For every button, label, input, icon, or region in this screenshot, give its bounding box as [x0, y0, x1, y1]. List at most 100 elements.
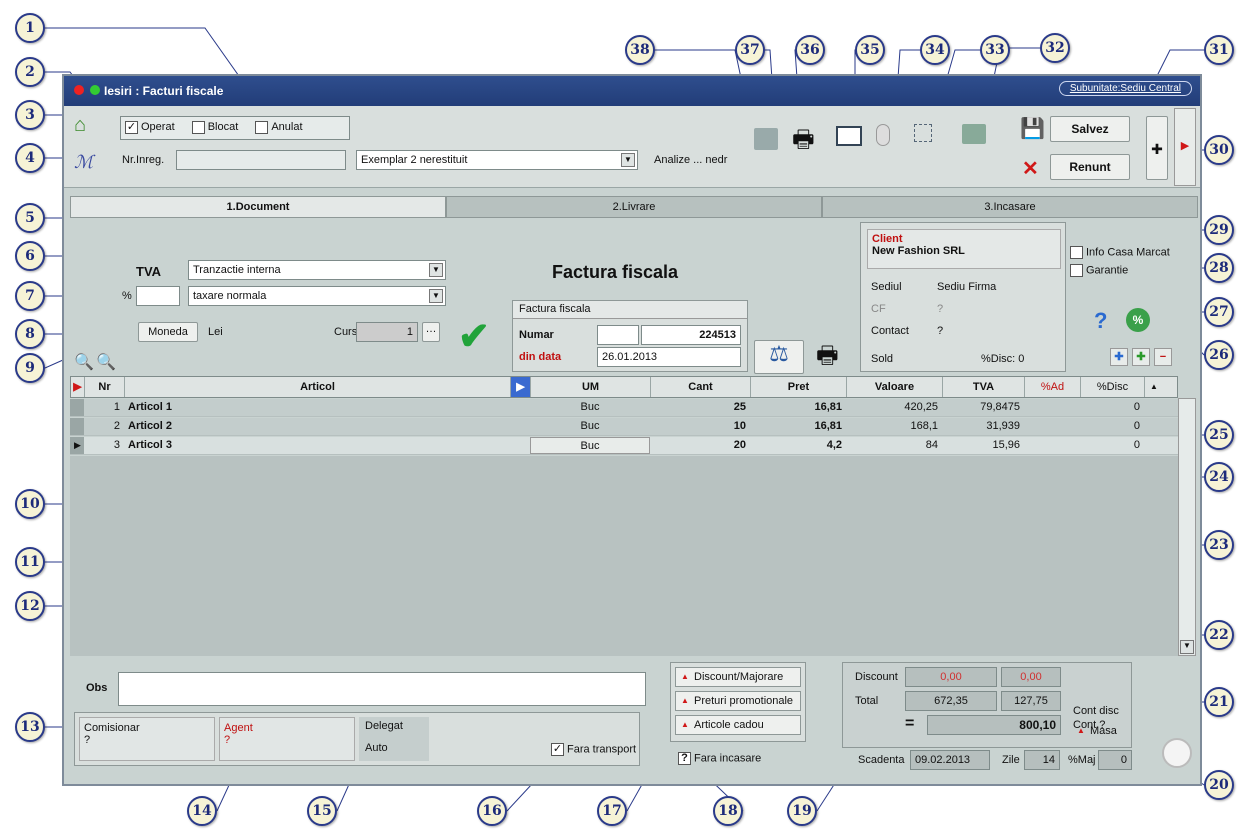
cancel-button[interactable]: Renunt [1050, 154, 1130, 180]
tab-livrare[interactable]: 2.Livrare [446, 196, 822, 218]
col-ad[interactable]: %Ad [1025, 377, 1081, 397]
scadenta-field[interactable]: 09.02.2013 [910, 750, 990, 770]
tab-incasare[interactable]: 3.Incasare [822, 196, 1198, 218]
data-field[interactable]: 26.01.2013 [597, 347, 741, 367]
expand-panel-icon[interactable]: ▶ [1174, 108, 1196, 186]
chevron-down-icon[interactable]: ▼ [621, 153, 635, 167]
grid-scrollbar[interactable]: ▼ [1178, 398, 1196, 656]
comisionar-box[interactable]: Comisionar ? [79, 717, 215, 761]
obs-textarea[interactable] [118, 672, 646, 706]
table-row[interactable]: 2 Articol 2 Buc 10 16,81 168,1 31,939 0 [70, 418, 1178, 436]
row-cant[interactable]: 20 [650, 437, 750, 454]
folder-icon[interactable] [962, 124, 986, 144]
row-pret[interactable]: 4,2 [750, 437, 846, 454]
promo-button[interactable]: Preturi promotionale [675, 691, 801, 711]
col-um[interactable]: UM [531, 377, 651, 397]
row-cant[interactable]: 25 [650, 399, 750, 416]
exemplar-select[interactable]: Exemplar 2 nerestituit ▼ [356, 150, 638, 170]
row-um[interactable]: Buc [530, 418, 650, 435]
col-pret[interactable]: Pret [751, 377, 847, 397]
col-valoare[interactable]: Valoare [847, 377, 943, 397]
col-disc[interactable]: %Disc [1081, 377, 1145, 397]
chevron-down-icon[interactable]: ▼ [429, 263, 443, 277]
row-disc[interactable]: 0 [1080, 437, 1144, 454]
row-pret[interactable]: 16,81 [750, 399, 846, 416]
row-articol[interactable]: Articol 2 [124, 418, 530, 435]
scroll-down-icon[interactable]: ▼ [1180, 640, 1194, 654]
registry-icon[interactable]: ℳ [74, 152, 93, 173]
crosshair-icon[interactable] [1162, 738, 1192, 768]
col-tva[interactable]: TVA [943, 377, 1025, 397]
numar-field[interactable]: 224513 [641, 325, 741, 345]
col-articol[interactable]: Articol [125, 377, 511, 397]
validate-check-icon[interactable]: ✔ [458, 314, 490, 359]
document-heading: Factura fiscala [552, 262, 679, 282]
copy-icon[interactable] [754, 128, 778, 150]
scroll-up-icon[interactable]: ▲ [1145, 377, 1163, 397]
row-valoare: 84 [925, 439, 938, 451]
network-icon[interactable] [914, 124, 932, 142]
tva-percent-field[interactable] [136, 286, 180, 306]
row-um-editing[interactable]: Buc [530, 437, 650, 454]
search-icon[interactable]: 🔍 [74, 352, 94, 372]
search-advanced-icon[interactable]: 🔍 [96, 352, 116, 372]
client-box[interactable]: Client New Fashion SRL [867, 229, 1061, 269]
discount-button[interactable]: Discount/Majorare [675, 667, 801, 687]
column-picker-icon[interactable]: ▶ [511, 377, 531, 397]
row-cant[interactable]: 10 [650, 418, 750, 435]
garantie-checkbox[interactable]: Garantie [1070, 264, 1128, 277]
curs-field[interactable]: 1 [356, 322, 418, 342]
tab-document[interactable]: 1.Document [70, 196, 446, 218]
masa-button[interactable]: Masa [1072, 722, 1134, 742]
row-disc[interactable]: 0 [1080, 418, 1144, 435]
chevron-down-icon[interactable]: ▼ [429, 289, 443, 303]
edit-icon[interactable] [836, 126, 862, 146]
sediu-value: Sediu Firma [937, 281, 997, 293]
fara-transport-checkbox[interactable]: ✓ Fara transport [551, 743, 636, 756]
agent-box[interactable]: Agent ? [219, 717, 355, 761]
print-document-icon[interactable]: 🖶 [816, 338, 839, 379]
cont-disc-label[interactable]: Cont disc [1073, 705, 1119, 717]
transaction-select[interactable]: Tranzactie interna ▼ [188, 260, 446, 280]
taxation-select[interactable]: taxare normala ▼ [188, 286, 446, 306]
casa-marcat-checkbox[interactable]: Info Casa Marcat [1070, 246, 1170, 259]
auto-label[interactable]: Auto [359, 739, 429, 761]
add-row-icon[interactable]: ✚ [1110, 348, 1128, 366]
mouse-icon[interactable] [876, 124, 890, 146]
maj-field[interactable]: 0 [1098, 750, 1132, 770]
scale-icon[interactable]: ⚖ [754, 340, 804, 374]
blocat-checkbox[interactable]: Blocat [191, 121, 238, 134]
add-icon[interactable]: ✚ [1146, 116, 1168, 180]
home-icon[interactable]: ⌂ [74, 114, 86, 137]
operat-checkbox[interactable]: ✓ Operat [125, 121, 175, 134]
row-articol[interactable]: Articol 3 [124, 437, 530, 454]
save-button[interactable]: Salvez [1050, 116, 1130, 142]
row-articol[interactable]: Articol 1 [124, 399, 530, 416]
row-disc[interactable]: 0 [1080, 399, 1144, 416]
row-nr: 1 [113, 401, 120, 413]
close-dot-icon[interactable] [74, 85, 84, 95]
cadou-button[interactable]: Articole cadou [675, 715, 801, 735]
help-icon[interactable]: ? [1094, 308, 1107, 334]
table-row[interactable]: ▶ 3 Articol 3 Buc 20 4,2 84 15,96 0 [70, 437, 1178, 455]
curs-more-button[interactable]: … [422, 322, 440, 342]
moneda-button[interactable]: Moneda [138, 322, 198, 342]
fara-incasare-checkbox[interactable]: ? Fara incasare [678, 752, 761, 765]
row-um[interactable]: Buc [530, 399, 650, 416]
table-row[interactable]: 1 Articol 1 Buc 25 16,81 420,25 79,8475 … [70, 399, 1178, 417]
zile-field[interactable]: 14 [1024, 750, 1060, 770]
col-cant[interactable]: Cant [651, 377, 751, 397]
reg-number-field[interactable] [176, 150, 346, 170]
delegat-label[interactable]: Delegat [359, 717, 429, 739]
anulat-checkbox[interactable]: Anulat [255, 121, 303, 134]
subunit-link[interactable]: Subunitate:Sediu Central [1058, 81, 1192, 96]
analize-label: Analize ... nedr [654, 154, 728, 166]
row-pret[interactable]: 16,81 [750, 418, 846, 435]
percent-icon[interactable]: % [1126, 308, 1150, 332]
insert-row-icon[interactable]: ✚ [1132, 348, 1150, 366]
delete-row-icon[interactable]: − [1154, 348, 1172, 366]
series-field[interactable] [597, 325, 639, 345]
print-icon[interactable]: 🖶 [792, 122, 815, 163]
grid-body-empty [70, 456, 1178, 656]
col-nr[interactable]: Nr [85, 377, 125, 397]
